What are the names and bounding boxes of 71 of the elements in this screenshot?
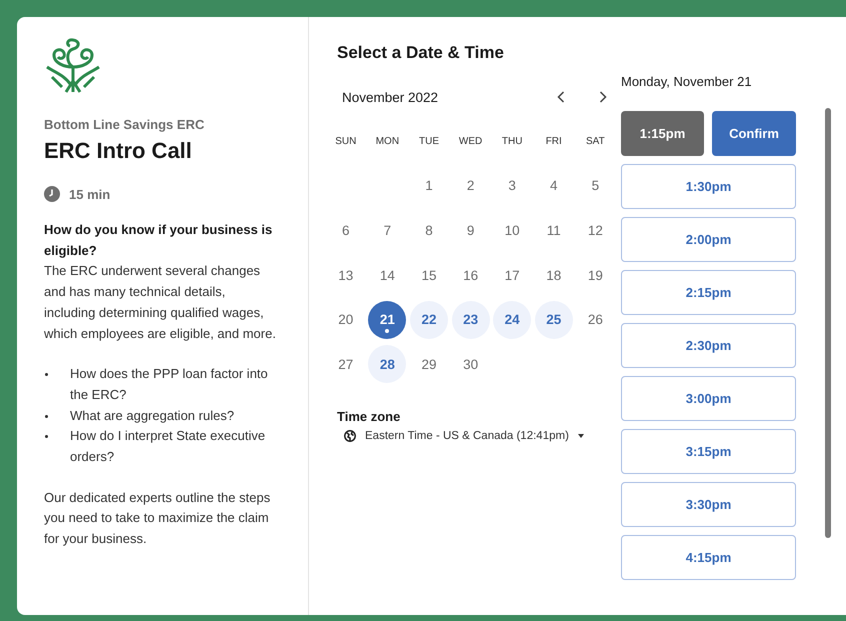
date-button[interactable]: 23 — [452, 300, 490, 339]
date-number: 30 — [452, 345, 490, 384]
bullet-icon — [45, 414, 48, 418]
bullet-icon — [45, 435, 48, 438]
date-number: 16 — [452, 256, 490, 294]
selected-date-label: Monday, November 21 — [621, 74, 753, 91]
organizer-name: Bottom Line Savings ERC — [44, 117, 206, 132]
bullet-text: How does the PPP loan factor into the ERC? — [70, 365, 269, 404]
description-text: Our dedicated experts outline the steps you need to take to maximize the claim for your business. — [44, 488, 272, 548]
section-heading: Select a Date & Time — [337, 43, 505, 63]
date-button[interactable]: 24 — [493, 300, 532, 339]
confirm-button[interactable]: Confirm — [712, 111, 796, 156]
date-number: 10 — [493, 211, 532, 250]
logo-icon — [44, 37, 102, 95]
date-number: 13 — [326, 256, 365, 294]
time-slot-button[interactable]: 2:30pm — [621, 323, 796, 368]
date-button[interactable]: 21 — [368, 300, 406, 339]
time-slot-button[interactable]: 2:15pm — [621, 270, 796, 315]
clock-icon — [44, 186, 60, 202]
weekday-label: WED — [458, 134, 484, 149]
chevron-right-icon — [599, 91, 607, 103]
time-slot-button[interactable]: 1:30pm — [621, 164, 796, 209]
date-number: 15 — [410, 256, 448, 294]
caret-icon — [578, 434, 584, 438]
time-slot-button[interactable]: 4:15pm — [621, 535, 796, 580]
globe-icon — [344, 430, 356, 442]
timezone-dropdown[interactable]: Eastern Time - US & Canada (12:41pm) — [344, 430, 584, 442]
chevron-left-icon — [557, 91, 565, 103]
scrollbar[interactable] — [825, 108, 831, 538]
weekday-label: TUE — [418, 134, 440, 149]
weekday-label: THU — [500, 134, 524, 149]
weekday-label: MON — [374, 134, 400, 149]
date-number: 2 — [452, 166, 490, 205]
date-number: 4 — [534, 166, 573, 205]
time-slot-button[interactable]: 1:15pm — [621, 111, 704, 156]
bullet-text: How do I interpret State executive orders? — [70, 427, 266, 466]
date-number: 5 — [576, 166, 614, 205]
date-number: 9 — [452, 211, 490, 250]
description-text: The ERC underwent several changes and has many technical details, including determining qualified wages, which employees are eligible, and more. — [44, 262, 277, 343]
duration-text: 15 min — [69, 186, 110, 202]
date-number: 19 — [576, 256, 614, 294]
time-slot-button[interactable]: 3:30pm — [621, 482, 796, 527]
date-number: 29 — [410, 345, 448, 384]
weekday-label: SAT — [585, 134, 606, 149]
date-number: 6 — [326, 211, 365, 250]
date-number: 12 — [576, 211, 614, 250]
bullet-text: What are aggregation rules? — [70, 406, 234, 425]
time-slot-button[interactable]: 3:15pm — [621, 429, 796, 474]
date-number: 7 — [368, 211, 406, 250]
date-number: 20 — [326, 300, 365, 339]
date-number: 27 — [326, 345, 365, 384]
time-slot-button[interactable]: 3:00pm — [621, 376, 796, 421]
date-button[interactable]: 25 — [534, 300, 573, 339]
date-button[interactable]: 28 — [368, 345, 406, 384]
weekday-label: SUN — [334, 134, 358, 149]
date-number: 18 — [534, 256, 573, 294]
description-heading: How do you know if your business is eligible? — [44, 221, 274, 260]
date-number: 1 — [410, 166, 448, 205]
date-number: 11 — [534, 211, 573, 250]
date-number: 3 — [493, 166, 532, 205]
date-number: 14 — [368, 256, 406, 294]
weekday-label: FRI — [544, 134, 563, 149]
date-number: 8 — [410, 211, 448, 250]
month-label: November 2022 — [342, 90, 440, 104]
date-number: 17 — [493, 256, 532, 294]
time-slot-button[interactable]: 2:00pm — [621, 217, 796, 262]
event-title: ERC Intro Call — [44, 138, 193, 164]
date-number: 26 — [576, 300, 614, 339]
date-button[interactable]: 22 — [410, 300, 448, 339]
timezone-label: Time zone — [337, 408, 402, 424]
bullet-icon — [45, 373, 48, 376]
